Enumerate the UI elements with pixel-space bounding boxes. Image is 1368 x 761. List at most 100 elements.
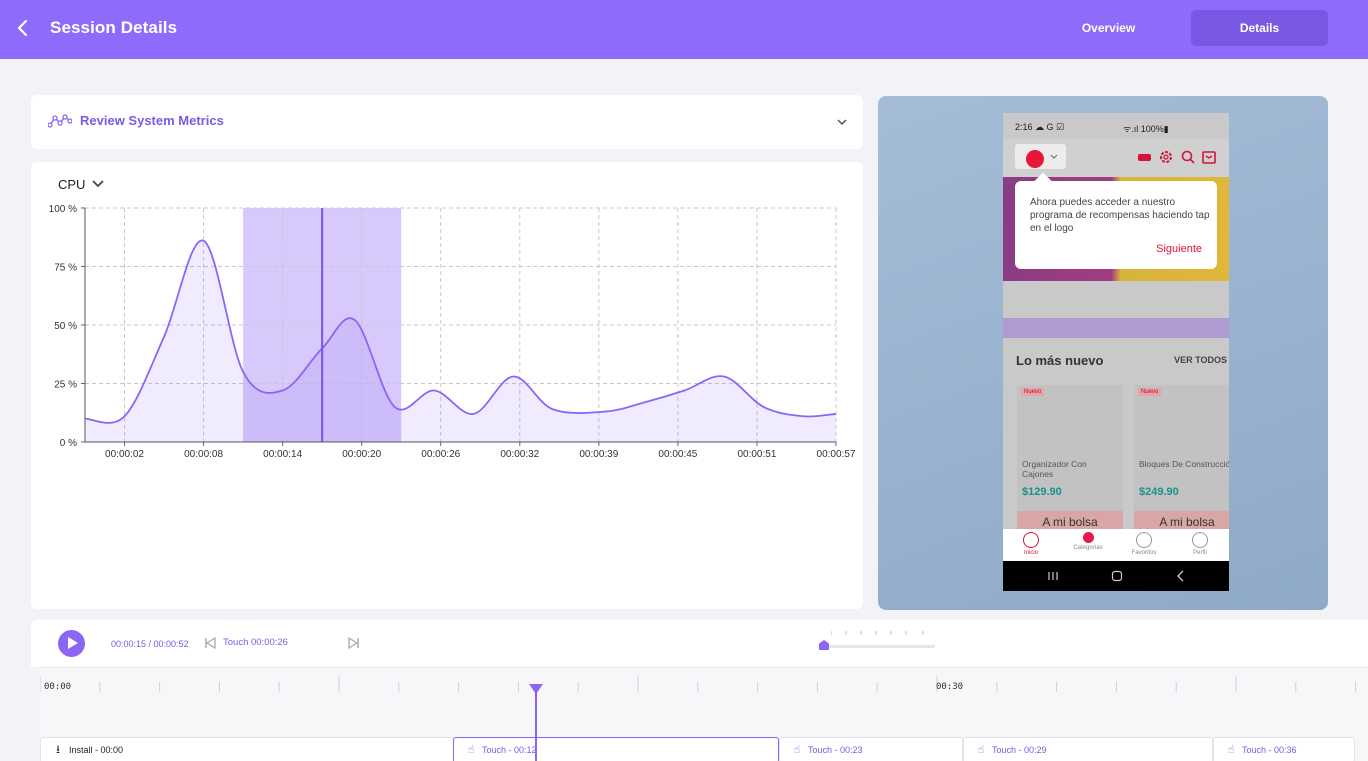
- home-icon: [1023, 532, 1039, 548]
- app-bottom-nav: Inicio Categorías Favoritos Perfil: [1003, 529, 1229, 561]
- playback-speed-slider[interactable]: [819, 640, 935, 650]
- device-battery-status: ᯤ.ıl 100%▮: [1123, 124, 1169, 134]
- y-tick-label: 75 %: [54, 263, 77, 274]
- nav-item-inicio[interactable]: Inicio: [1011, 532, 1051, 556]
- nav-item-label: Favoritos: [1131, 550, 1157, 556]
- event-touch-29[interactable]: ☝ Touch - 00:29: [963, 737, 1213, 761]
- event-touch-12[interactable]: ☝ Touch - 00:12: [453, 737, 779, 761]
- y-tick-label: 0 %: [60, 438, 77, 449]
- search-icon[interactable]: [1180, 149, 1196, 165]
- event-label: Touch - 00:36: [1242, 745, 1297, 755]
- app-toolbar: [1003, 139, 1229, 177]
- recents-icon[interactable]: [1047, 570, 1059, 582]
- new-badge: Nuevo: [1021, 388, 1045, 396]
- nav-item-label: Perfil: [1193, 550, 1207, 556]
- cpu-chart-card: 0 % 25 % 50 % 75 % 100 % 00:00:02 00:00:08 00:0…: [31, 162, 863, 609]
- nav-item-label: Categorías: [1073, 545, 1103, 551]
- product-price: $129.90: [1022, 486, 1062, 498]
- metric-selector[interactable]: CPU: [58, 175, 105, 193]
- session-timeline[interactable]: 00:00 00:30 ⭳ Install - 00:00 ☝ Touch - 00…: [40, 667, 1368, 761]
- chevron-down-icon: [92, 180, 105, 188]
- android-system-nav: [1003, 561, 1229, 591]
- event-label: Touch - 00:12: [482, 745, 537, 755]
- x-tick-label: 00:00:08: [184, 449, 223, 460]
- tooltip-text: Ahora puedes acceder a nuestro programa …: [1030, 197, 1210, 234]
- timeline-ruler: [40, 676, 1357, 692]
- nav-item-label: Inicio: [1023, 550, 1038, 556]
- x-tick-label: 00:00:02: [105, 449, 144, 460]
- promo-strip: [1003, 318, 1229, 338]
- chevron-down-icon[interactable]: [835, 115, 849, 129]
- back-arrow-icon[interactable]: [12, 16, 34, 40]
- slider-handle[interactable]: [819, 640, 829, 650]
- device-status-time: 2:16 ☁ G ☑: [1015, 122, 1065, 132]
- device-status-bar: 2:16 ☁ G ☑ ᯤ.ıl 100%▮: [1003, 113, 1229, 139]
- heart-icon: [1136, 532, 1152, 548]
- x-tick-label: 00:00:20: [342, 449, 381, 460]
- product-price: $249.90: [1139, 486, 1179, 498]
- x-tick-label: 00:00:51: [737, 449, 776, 460]
- rewards-tooltip: Ahora puedes acceder a nuestro programa …: [1015, 172, 1217, 269]
- new-badge: Nuevo: [1138, 388, 1162, 396]
- x-tick-label: 00:00:39: [579, 449, 618, 460]
- product-card[interactable]: Nuevo Organizador Con Cajones $129.90 A …: [1017, 385, 1123, 533]
- product-name: Bloques De Construcción: [1139, 459, 1229, 469]
- nav-item-categorias[interactable]: Categorías: [1068, 532, 1108, 551]
- event-install[interactable]: ⭳ Install - 00:00: [40, 737, 454, 761]
- tab-details[interactable]: Details: [1191, 10, 1328, 46]
- home-button-icon[interactable]: [1111, 570, 1123, 582]
- x-tick-label: 00:00:14: [263, 449, 302, 460]
- download-icon: ⭳: [56, 744, 60, 756]
- touch-icon: ☝: [1227, 744, 1235, 756]
- x-tick-label: 00:00:45: [658, 449, 697, 460]
- y-tick-label: 100 %: [49, 204, 77, 215]
- x-tick-label: 00:00:57: [817, 449, 856, 460]
- tooltip-next-button[interactable]: Siguiente: [1156, 243, 1202, 255]
- x-tick-label: 00:00:32: [500, 449, 539, 460]
- system-metrics-accordion[interactable]: Review System Metrics: [31, 95, 863, 149]
- section-title: Lo más nuevo: [1016, 353, 1104, 368]
- timeline-label-start: 00:00: [44, 682, 72, 692]
- y-tick-label: 25 %: [54, 380, 77, 391]
- gamepad-icon[interactable]: [1137, 151, 1152, 163]
- event-label: Touch - 00:29: [992, 745, 1047, 755]
- product-name: Organizador Con Cajones: [1022, 459, 1087, 479]
- play-button[interactable]: [58, 630, 85, 657]
- user-icon: [1192, 532, 1208, 548]
- page-title: Session Details: [50, 18, 178, 37]
- timeline-label-30s: 00:30: [936, 682, 964, 692]
- chevron-down-icon: [1050, 154, 1058, 159]
- categories-icon: [1082, 532, 1094, 543]
- current-touch-label: Touch 00:00:26: [223, 637, 288, 648]
- nav-item-perfil[interactable]: Perfil: [1180, 532, 1220, 556]
- device-preview-panel: 2:16 ☁ G ☑ ᯤ.ıl 100%▮ Ahora puedes acced…: [878, 96, 1328, 610]
- cpu-area-fill: [85, 240, 836, 442]
- touch-icon: ☝: [977, 744, 985, 756]
- device-screen[interactable]: 2:16 ☁ G ☑ ᯤ.ıl 100%▮ Ahora puedes acced…: [1003, 113, 1229, 591]
- gear-icon[interactable]: [1158, 149, 1174, 165]
- metrics-wave-icon: [48, 114, 72, 128]
- top-header: Session Details Overview Details: [0, 0, 1368, 59]
- previous-touch-icon[interactable]: [204, 637, 216, 649]
- touch-icon: ☝: [793, 744, 801, 756]
- system-back-icon[interactable]: [1175, 570, 1187, 582]
- product-card[interactable]: Nuevo Bloques De Construcción $249.90 A …: [1134, 385, 1229, 533]
- country-selector[interactable]: [1015, 144, 1066, 169]
- nav-item-favoritos[interactable]: Favoritos: [1124, 532, 1164, 556]
- playback-time: 00:00:15 / 00:00:52: [111, 639, 189, 649]
- event-touch-36[interactable]: ☝ Touch - 00:36: [1213, 737, 1355, 761]
- flag-icon: [1026, 150, 1044, 168]
- tab-overview[interactable]: Overview: [1052, 10, 1165, 46]
- metric-selector-label: CPU: [58, 176, 86, 192]
- see-all-link[interactable]: VER TODOS: [1174, 355, 1227, 365]
- metrics-accordion-label: Review System Metrics: [80, 113, 224, 128]
- event-label: Touch - 00:23: [808, 745, 863, 755]
- event-label: Install - 00:00: [69, 745, 124, 755]
- timeline-playhead[interactable]: [535, 684, 537, 761]
- cpu-area-chart: 0 % 25 % 50 % 75 % 100 % 00:00:02 00:00:08 00:0…: [49, 204, 856, 460]
- x-tick-label: 00:00:26: [421, 449, 460, 460]
- event-touch-23[interactable]: ☝ Touch - 00:23: [779, 737, 963, 761]
- bag-icon[interactable]: [1201, 149, 1217, 165]
- speed-ticks: [831, 631, 924, 635]
- next-touch-icon[interactable]: [348, 637, 360, 649]
